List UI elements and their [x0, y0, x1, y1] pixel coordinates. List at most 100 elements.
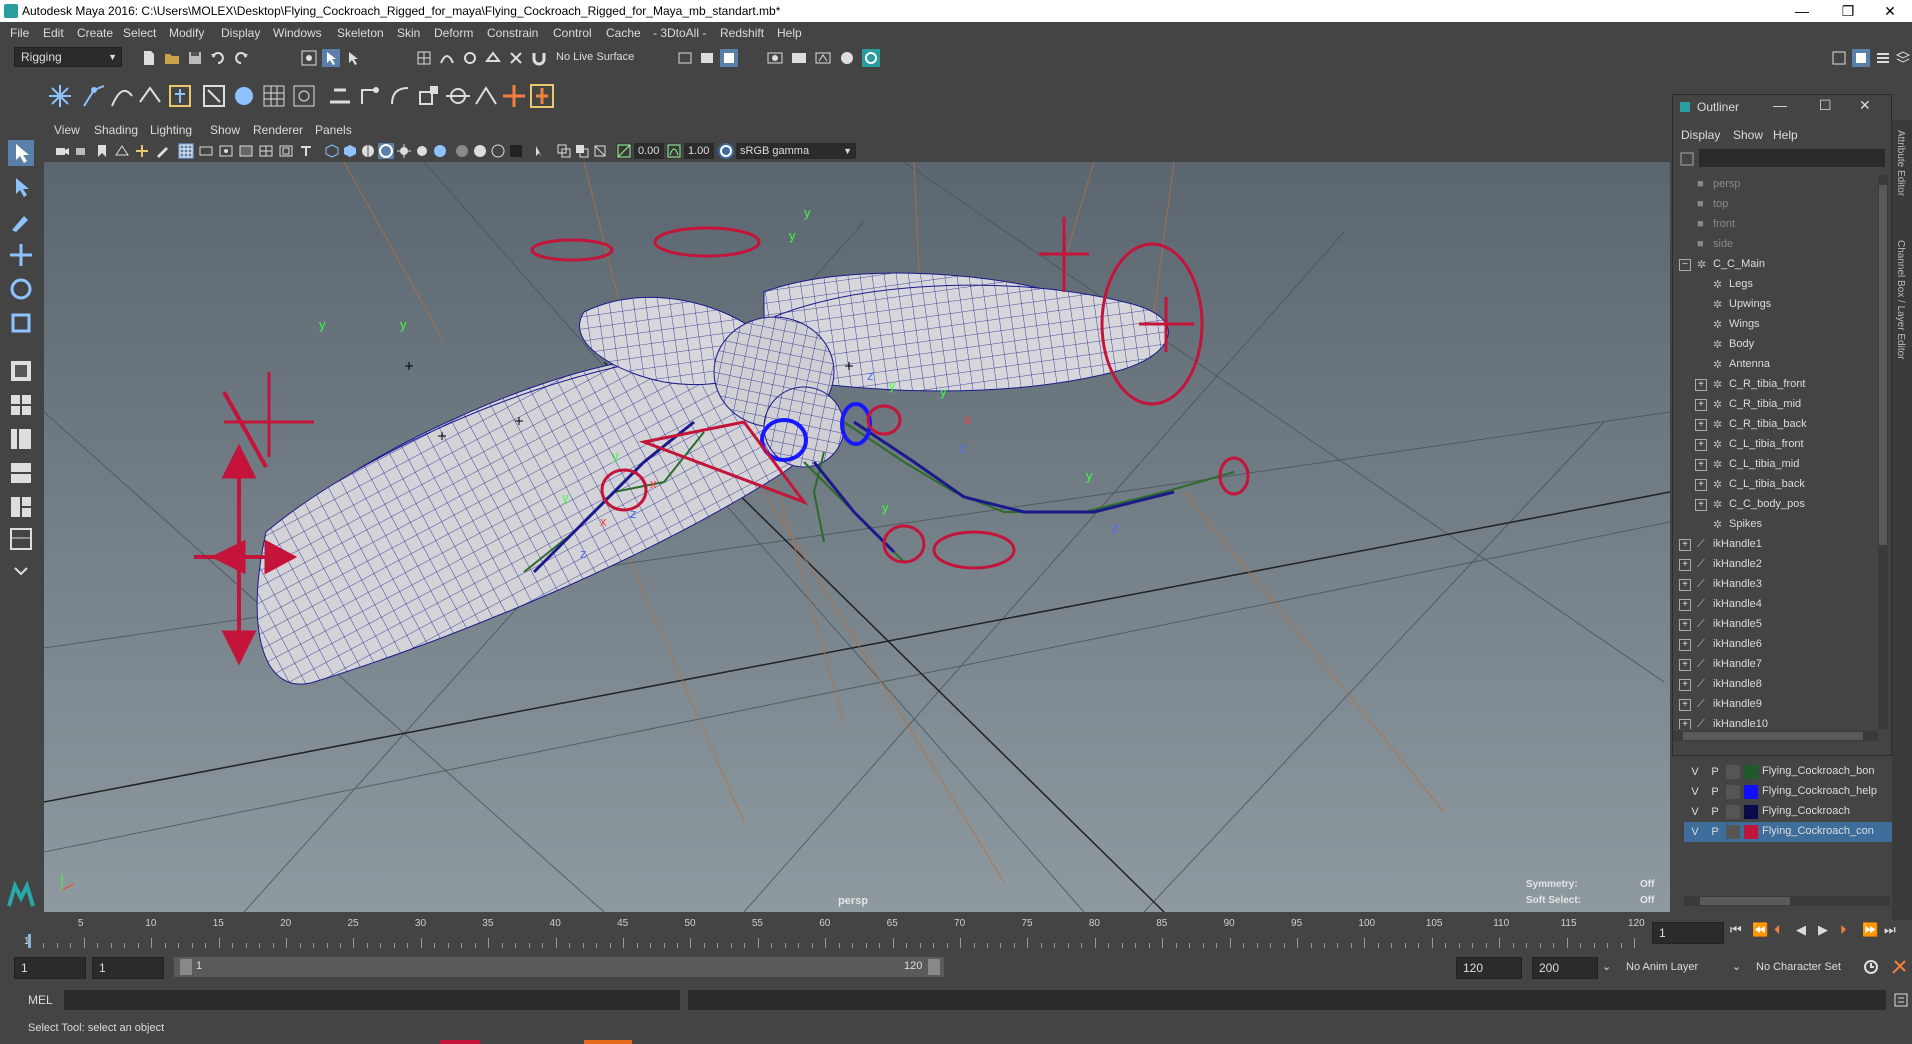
- gamma-icon[interactable]: [666, 143, 682, 159]
- backface-culling-icon[interactable]: [592, 143, 608, 159]
- expand-icon[interactable]: +: [1695, 459, 1707, 471]
- select-component-icon[interactable]: [344, 49, 362, 67]
- camera-lock-icon[interactable]: [74, 143, 90, 159]
- save-scene-icon[interactable]: [186, 49, 204, 67]
- snap-view-plane-icon[interactable]: [484, 49, 502, 67]
- outliner-item[interactable]: + ⟋ ikHandle7: [1673, 655, 1878, 675]
- menu-deform[interactable]: Deform: [434, 26, 473, 40]
- minimize-button[interactable]: —: [1780, 0, 1824, 22]
- animation-preferences-icon[interactable]: [1890, 958, 1908, 976]
- auto-key-icon[interactable]: [1862, 958, 1880, 976]
- expand-icon[interactable]: +: [1695, 419, 1707, 431]
- new-scene-icon[interactable]: [140, 49, 158, 67]
- image-plane-icon[interactable]: [114, 143, 130, 159]
- expand-icon[interactable]: +: [1679, 679, 1691, 691]
- redo-icon[interactable]: [232, 49, 250, 67]
- outliner-item[interactable]: + ⟋ ikHandle6: [1673, 635, 1878, 655]
- layer-name[interactable]: Flying_Cockroach: [1762, 805, 1892, 817]
- paint-select-icon[interactable]: [8, 208, 34, 234]
- outliner-vscrollbar[interactable]: [1878, 175, 1888, 729]
- modeling-toolkit-icon[interactable]: [1830, 49, 1848, 67]
- attribute-editor-toggle-icon[interactable]: [1852, 49, 1870, 67]
- layer-color-swatch[interactable]: [1744, 765, 1758, 779]
- outliner-item[interactable]: + ⟋ ikHandle3: [1673, 575, 1878, 595]
- expand-icon[interactable]: +: [1695, 379, 1707, 391]
- screen-space-ao-icon[interactable]: [432, 143, 448, 159]
- textured-icon[interactable]: [378, 143, 394, 159]
- bind-skin-icon[interactable]: [200, 82, 228, 110]
- camera-select-icon[interactable]: [54, 143, 70, 159]
- menu-cache[interactable]: Cache: [606, 26, 641, 40]
- humanik-icon[interactable]: [166, 82, 194, 110]
- play-forwards-icon[interactable]: ▶: [1818, 922, 1828, 938]
- outliner-item[interactable]: ✲ Legs: [1673, 275, 1878, 295]
- ipr-render-icon[interactable]: [814, 49, 832, 67]
- outliner-item[interactable]: + ✲ C_L_tibia_front: [1673, 435, 1878, 455]
- persp-outliner-layout-icon[interactable]: [8, 426, 34, 452]
- shadows-icon[interactable]: [414, 143, 430, 159]
- outliner-search-input[interactable]: [1699, 149, 1885, 167]
- live-surface-label[interactable]: No Live Surface: [556, 51, 634, 63]
- expand-icon[interactable]: +: [1679, 619, 1691, 631]
- snap-point-icon[interactable]: [461, 49, 479, 67]
- resolution-gate-icon[interactable]: [218, 143, 234, 159]
- character-set-dropdown[interactable]: ⌄ No Character Set: [1730, 957, 1868, 977]
- go-to-end-icon[interactable]: ⏭: [1884, 922, 1896, 938]
- viewport-menu-renderer[interactable]: Renderer: [253, 123, 303, 137]
- layer-display-type-toggle[interactable]: [1726, 805, 1740, 819]
- display-layer-row[interactable]: V P Flying_Cockroach_bon: [1684, 762, 1894, 782]
- layers-hscroll-thumb[interactable]: [1700, 897, 1790, 905]
- menu-windows[interactable]: Windows: [273, 26, 322, 40]
- layer-color-swatch[interactable]: [1744, 825, 1758, 839]
- layer-display-type-toggle[interactable]: [1726, 765, 1740, 779]
- menu-3dtoall[interactable]: - 3DtoAll -: [653, 26, 706, 40]
- menu-control[interactable]: Control: [553, 26, 592, 40]
- range-end-handle[interactable]: [928, 959, 940, 975]
- outliner-item[interactable]: ✲ Spikes: [1673, 515, 1878, 535]
- paint-weights-icon[interactable]: [230, 82, 258, 110]
- step-forward-icon[interactable]: ⏩: [1862, 922, 1878, 938]
- point-constraint-icon[interactable]: [356, 82, 384, 110]
- channel-box-toggle-icon[interactable]: [1874, 49, 1892, 67]
- expand-icon[interactable]: +: [1695, 399, 1707, 411]
- expand-icon[interactable]: +: [1695, 499, 1707, 511]
- outliner-menu-show[interactable]: Show: [1733, 128, 1763, 142]
- outliner-item[interactable]: ✲ Wings: [1673, 315, 1878, 335]
- outliner-close-button[interactable]: ✕: [1859, 97, 1871, 114]
- step-back-icon[interactable]: ⏪: [1752, 922, 1768, 938]
- ik-spline-icon[interactable]: [108, 82, 136, 110]
- time-slider[interactable]: 1 5 10 15 20 25 30 35 40 45 50 55 60 65 70 75 80 85 90 95 10…: [22, 916, 1645, 948]
- menu-modify[interactable]: Modify: [169, 26, 204, 40]
- depth-of-field-icon[interactable]: [490, 143, 506, 159]
- xray-components-icon[interactable]: [574, 143, 590, 159]
- play-backwards-icon[interactable]: ◀: [1796, 922, 1806, 938]
- move-tool-icon[interactable]: [8, 242, 34, 268]
- snap-grid-icon[interactable]: [415, 49, 433, 67]
- smooth-shade-icon[interactable]: [342, 143, 358, 159]
- bookmark-icon[interactable]: [94, 143, 110, 159]
- render-frame-icon[interactable]: [790, 49, 808, 67]
- layer-name[interactable]: Flying_Cockroach_help: [1762, 785, 1892, 797]
- command-language-label[interactable]: MEL: [28, 993, 53, 1007]
- outliner-window[interactable]: Outliner — ☐ ✕ Display Show Help ■ persp ■…: [1672, 94, 1892, 756]
- layer-playback-toggle[interactable]: P: [1706, 783, 1724, 801]
- exposure-icon[interactable]: [616, 143, 632, 159]
- outliner-item[interactable]: + ⟋ ikHandle4: [1673, 595, 1878, 615]
- expand-icon[interactable]: +: [1679, 579, 1691, 591]
- go-to-start-icon[interactable]: ⏮: [1730, 922, 1742, 938]
- layer-display-type-toggle[interactable]: [1726, 785, 1740, 799]
- filter-icon[interactable]: [1679, 151, 1695, 167]
- field-chart-icon[interactable]: [258, 143, 274, 159]
- snap-live-icon[interactable]: [507, 49, 525, 67]
- animation-end-field[interactable]: 200: [1532, 957, 1598, 979]
- playback-end-field[interactable]: 120: [1456, 957, 1522, 979]
- select-object-icon[interactable]: [322, 49, 340, 67]
- outliner-item[interactable]: + ✲ C_L_tibia_mid: [1673, 455, 1878, 475]
- xray-joints-icon[interactable]: [556, 143, 572, 159]
- outliner-title-bar[interactable]: Outliner — ☐ ✕: [1673, 95, 1891, 119]
- cluster-icon[interactable]: [290, 82, 318, 110]
- outliner-hscroll-thumb[interactable]: [1683, 732, 1863, 740]
- layer-display-type-toggle[interactable]: [1726, 825, 1740, 839]
- expand-icon[interactable]: +: [1679, 719, 1691, 729]
- film-gate-icon[interactable]: [198, 143, 214, 159]
